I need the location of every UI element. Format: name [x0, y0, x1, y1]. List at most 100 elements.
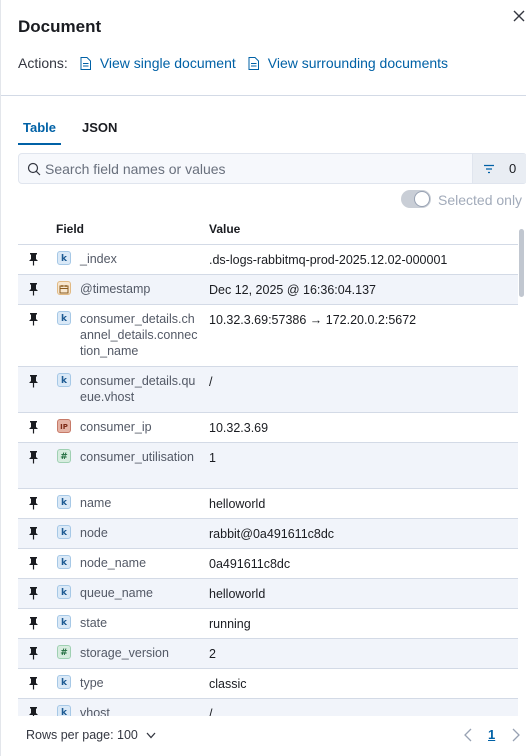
keyword-type-icon: k: [57, 585, 71, 599]
field-value: classic: [209, 677, 247, 691]
keyword-type-icon: k: [57, 311, 71, 325]
document-fields-table: k _index .ds-logs-rabbitmq-prod-2025.12.…: [18, 244, 518, 716]
number-type-icon: #: [57, 449, 71, 463]
pin-icon[interactable]: [28, 252, 39, 266]
keyword-type-icon: k: [57, 705, 71, 716]
view-single-document-label: View single document: [99, 55, 236, 71]
field-name: consumer_ip: [80, 420, 152, 434]
field-name: queue_name: [80, 586, 153, 600]
table-row: k consumer_details.queue.vhost /: [18, 367, 518, 413]
table-row: k _index .ds-logs-rabbitmq-prod-2025.12.…: [18, 245, 518, 275]
field-name: consumer_details.channel_details.connect…: [80, 312, 198, 358]
pagination-footer: Rows per page: 100 1: [1, 716, 526, 756]
pin-icon[interactable]: [28, 586, 39, 600]
selected-only-label: Selected only: [438, 192, 523, 208]
table-row: k consumer_details.channel_details.conne…: [18, 305, 518, 367]
table-row: k vhost /: [18, 699, 518, 716]
ip-type-icon: IP: [57, 419, 71, 433]
table-row: k node_name 0a491611c8dc: [18, 549, 518, 579]
keyword-type-icon: k: [57, 615, 71, 629]
scrollbar-thumb[interactable]: [519, 229, 524, 297]
previous-page-icon[interactable]: [463, 728, 473, 742]
table-row: k type classic: [18, 669, 518, 699]
keyword-type-icon: k: [57, 555, 71, 569]
field-column-header: Field: [56, 222, 85, 236]
field-name: consumer_details.queue.vhost: [80, 374, 196, 404]
field-value: helloworld: [209, 587, 266, 601]
view-single-document-link[interactable]: View single document: [80, 55, 236, 71]
pin-icon[interactable]: [28, 374, 39, 388]
pin-icon[interactable]: [28, 450, 39, 464]
keyword-type-icon: k: [57, 495, 71, 509]
field-name: storage_version: [80, 646, 169, 660]
field-name: @timestamp: [80, 282, 151, 296]
date-type-icon: [57, 281, 71, 295]
field-name: state: [80, 616, 108, 630]
view-tabs: Table JSON: [18, 112, 138, 145]
document-icon: [248, 56, 259, 70]
document-flyout: Document Actions: View single document V…: [0, 0, 526, 756]
field-name: type: [80, 676, 104, 690]
field-name: node_name: [80, 556, 147, 570]
filter-count: 0: [509, 161, 517, 176]
table-row: k queue_name helloworld: [18, 579, 518, 609]
field-value: .ds-logs-rabbitmq-prod-2025.12.02-000001: [209, 253, 448, 267]
page-number-button[interactable]: 1: [488, 727, 495, 742]
tab-table[interactable]: Table: [18, 112, 61, 145]
field-value: 2: [209, 647, 216, 661]
keyword-type-icon: k: [57, 675, 71, 689]
pin-icon[interactable]: [28, 646, 39, 660]
table-row: k node rabbit@0a491611c8dc: [18, 519, 518, 549]
table-row: # storage_version 2: [18, 639, 518, 669]
field-name: consumer_utilisation: [80, 450, 194, 464]
table-row: k name helloworld: [18, 489, 518, 519]
rows-per-page-button[interactable]: Rows per page: 100: [26, 728, 156, 742]
flyout-header: Document Actions: View single document V…: [1, 0, 526, 96]
table-scrollbar[interactable]: [519, 229, 525, 715]
close-icon[interactable]: [513, 10, 526, 24]
field-value: helloworld: [209, 497, 266, 511]
table-row: # consumer_utilisation 1: [18, 443, 518, 489]
field-name: _index: [80, 252, 117, 266]
actions-bar: Actions: View single document View surro…: [18, 54, 460, 72]
table-row: @timestamp Dec 12, 2025 @ 16:36:04.137: [18, 275, 518, 305]
keyword-type-icon: k: [57, 525, 71, 539]
field-value: 10.32.3.69: [209, 421, 269, 435]
tab-json[interactable]: JSON: [77, 112, 122, 145]
filter-icon: [484, 164, 494, 173]
field-type-filter-button[interactable]: 0: [472, 154, 526, 183]
keyword-type-icon: k: [57, 251, 71, 265]
table-row: k state running: [18, 609, 518, 639]
switch-knob: [414, 191, 430, 207]
field-value: /: [209, 707, 213, 716]
pin-icon[interactable]: [28, 556, 39, 570]
field-name: vhost: [80, 706, 110, 716]
pin-icon[interactable]: [28, 706, 39, 716]
chevron-down-icon: [146, 732, 156, 738]
pin-icon[interactable]: [28, 526, 39, 540]
pin-icon[interactable]: [28, 676, 39, 690]
field-value: Dec 12, 2025 @ 16:36:04.137: [209, 283, 376, 297]
pin-icon[interactable]: [28, 312, 39, 326]
actions-label: Actions:: [18, 55, 68, 71]
view-surrounding-documents-label: View surrounding documents: [267, 55, 449, 71]
search-input[interactable]: [45, 154, 465, 183]
pin-icon[interactable]: [28, 420, 39, 434]
field-value: 10.32.3.69:57386 → 172.20.0.2:5672: [209, 313, 417, 327]
keyword-type-icon: k: [57, 373, 71, 387]
view-surrounding-documents-link[interactable]: View surrounding documents: [248, 55, 448, 71]
pin-icon[interactable]: [28, 616, 39, 630]
field-value: 1: [209, 451, 216, 465]
number-type-icon: #: [57, 645, 71, 659]
pin-icon[interactable]: [28, 496, 39, 510]
table-row: IP consumer_ip 10.32.3.69: [18, 413, 518, 443]
next-page-icon[interactable]: [511, 728, 521, 742]
field-value: rabbit@0a491611c8dc: [209, 527, 335, 541]
field-value: running: [209, 617, 251, 631]
pin-icon[interactable]: [28, 282, 39, 296]
flyout-title: Document: [18, 17, 102, 36]
field-search-box: 0: [18, 153, 526, 184]
field-name: name: [80, 496, 112, 510]
value-column-header: Value: [209, 222, 241, 236]
selected-only-switch[interactable]: [401, 190, 431, 208]
